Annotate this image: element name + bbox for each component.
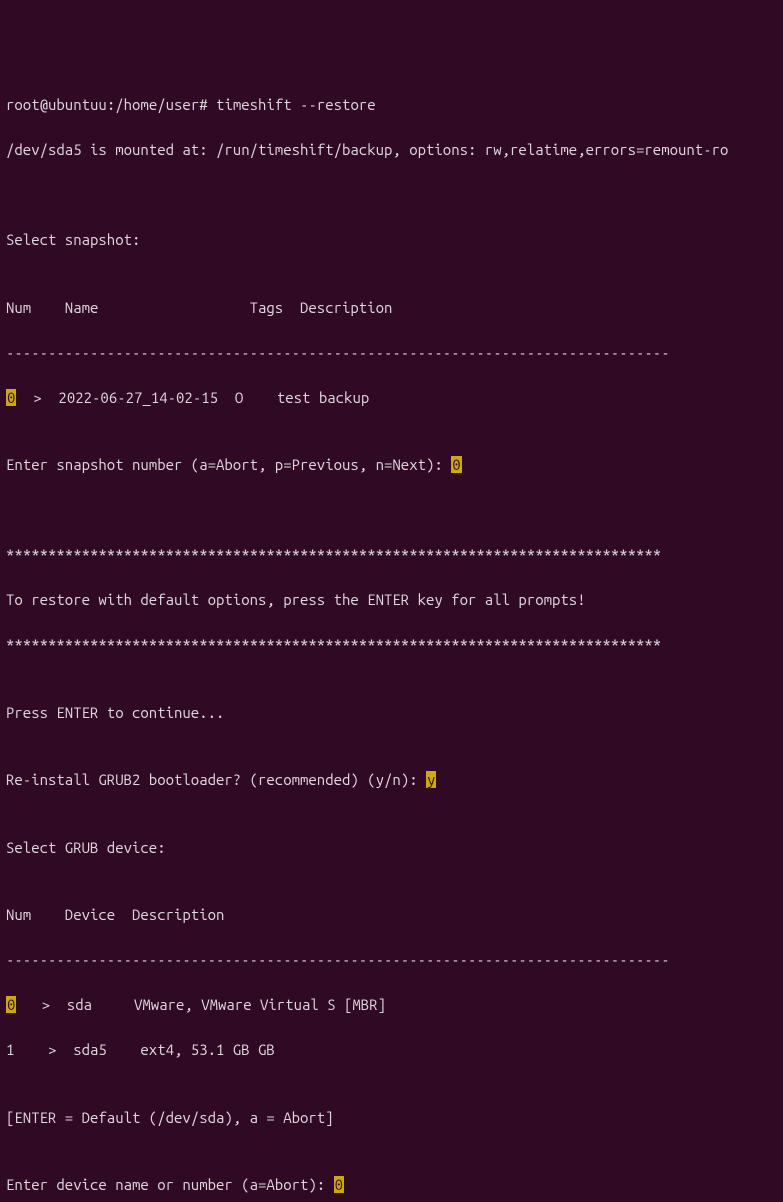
snapshot-prompt-text: Enter snapshot number (a=Abort, p=Previo… bbox=[6, 456, 451, 473]
prompt-path: /home/user bbox=[115, 96, 199, 113]
terminal-output[interactable]: root@ubuntuu:/home/user# timeshift --res… bbox=[6, 94, 777, 1197]
mount-info: /dev/sda5 is mounted at: /run/timeshift/… bbox=[6, 139, 777, 162]
snapshot-num: 0 bbox=[6, 389, 16, 406]
device-prompt-text: Enter device name or number (a=Abort): bbox=[6, 1176, 334, 1193]
grub-table-divider: ----------------------------------------… bbox=[6, 949, 777, 972]
snapshot-tags: O bbox=[218, 389, 277, 406]
device-input: 0 bbox=[334, 1176, 344, 1193]
banner-text: To restore with default options, press t… bbox=[6, 589, 777, 612]
banner-stars-top: ****************************************… bbox=[6, 544, 777, 567]
snapshot-input: 0 bbox=[451, 456, 461, 473]
prompt-line: root@ubuntuu:/home/user# timeshift --res… bbox=[6, 94, 777, 117]
banner-stars-bottom: ****************************************… bbox=[6, 634, 777, 657]
default-hint: [ENTER = Default (/dev/sda), a = Abort] bbox=[6, 1107, 777, 1130]
snapshot-name: 2022-06-27_14-02-15 bbox=[58, 389, 218, 406]
snapshot-table-divider: ----------------------------------------… bbox=[6, 342, 777, 365]
grub-table-headers: Num Device Description bbox=[6, 904, 777, 927]
snapshot-prompt-line: Enter snapshot number (a=Abort, p=Previo… bbox=[6, 454, 777, 477]
grub-row-0: 0 > sda VMware, VMware Virtual S [MBR] bbox=[6, 994, 777, 1017]
snapshot-description: test backup bbox=[277, 389, 369, 406]
grub-row-1: 1 > sda5 ext4, 53.1 GB GB bbox=[6, 1039, 777, 1062]
prompt-user-host: root@ubuntuu bbox=[6, 96, 107, 113]
command-text: timeshift --restore bbox=[216, 96, 376, 113]
grub-row-0-num: 0 bbox=[6, 996, 16, 1013]
prompt-symbol: # bbox=[199, 96, 207, 113]
snapshot-row: 0 > 2022-06-27_14-02-15 O test backup bbox=[6, 387, 777, 410]
grub-reinstall-line: Re-install GRUB2 bootloader? (recommende… bbox=[6, 769, 777, 792]
continue-prompt: Press ENTER to continue... bbox=[6, 702, 777, 725]
grub-row-0-rest: > sda VMware, VMware Virtual S [MBR] bbox=[16, 996, 386, 1013]
grub-reinstall-input: y bbox=[426, 771, 436, 788]
select-grub-header: Select GRUB device: bbox=[6, 837, 777, 860]
snapshot-table-headers: Num Name Tags Description bbox=[6, 297, 777, 320]
select-snapshot-header: Select snapshot: bbox=[6, 229, 777, 252]
snapshot-marker: > bbox=[16, 389, 58, 406]
device-prompt-line: Enter device name or number (a=Abort): 0 bbox=[6, 1174, 777, 1197]
grub-reinstall-text: Re-install GRUB2 bootloader? (recommende… bbox=[6, 771, 426, 788]
